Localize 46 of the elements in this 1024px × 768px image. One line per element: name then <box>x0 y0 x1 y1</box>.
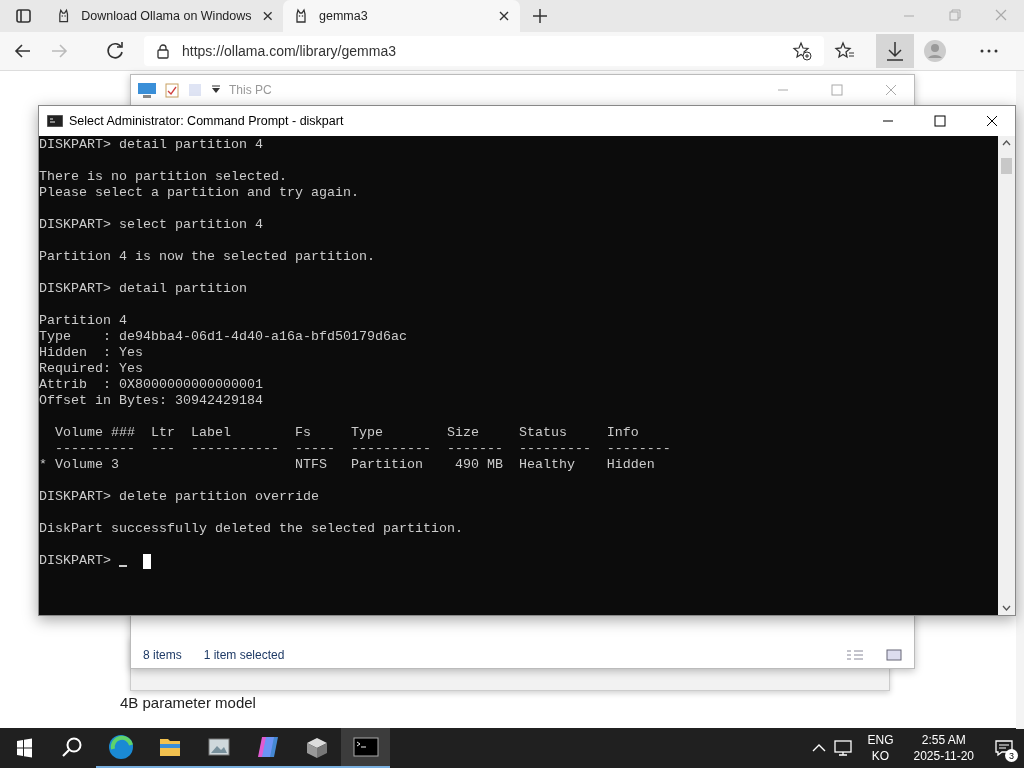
console-line: Attrib : 0X8000000000000001 <box>39 377 264 393</box>
scrollbar-thumb[interactable] <box>1001 158 1012 174</box>
scrollbar[interactable] <box>998 136 1015 615</box>
console-line: * Volume 3 NTFS Partition 490 MB Healthy Hidden <box>39 457 656 473</box>
console-prompt: DISKPART> <box>39 553 111 569</box>
text-cursor <box>119 565 127 567</box>
clock[interactable]: 2:55 AM 2025-11-20 <box>913 732 974 764</box>
console-line: DISKPART> select partition 4 <box>39 217 264 233</box>
page-text: 4B parameter model <box>120 694 256 711</box>
message-icon <box>994 738 1014 758</box>
console-line: ---------- --- ----------- ----- ---------- ------- --------- -------- <box>54 441 672 457</box>
console-line: Hidden : Yes <box>39 345 144 361</box>
console-line: DISKPART> detail partition <box>39 281 248 297</box>
notification-count: 3 <box>1005 749 1018 762</box>
console-line: Please select a partition and try again. <box>39 185 360 201</box>
computer-icon <box>137 81 157 99</box>
console-line: Offset in Bytes: 30942429184 <box>39 393 264 409</box>
console-line: Type : de94bba4-06d1-4d40-a16a-bfd50179d6ac <box>39 329 408 345</box>
console-icon <box>47 115 63 127</box>
browser-tab[interactable]: Download Ollama on Windows <box>46 0 283 32</box>
scrollbar[interactable] <box>1016 71 1024 729</box>
close-icon[interactable] <box>498 10 510 22</box>
close-icon[interactable] <box>261 10 273 22</box>
text-cursor <box>143 553 151 569</box>
taskbar-app[interactable] <box>341 728 390 768</box>
address-bar[interactable]: https://ollama.com/library/gemma3 <box>144 36 824 66</box>
properties-icon[interactable] <box>165 82 179 98</box>
add-favorite-icon[interactable] <box>792 41 812 61</box>
item-count: 8 items <box>143 648 182 662</box>
console-line: DISKPART> detail partition 4 <box>39 137 264 153</box>
console-line: DISKPART> delete partition override <box>39 489 320 505</box>
console-line: Volume ### Ltr Label Fs Type Size Status Info <box>54 425 640 441</box>
console-line: Partition 4 is now the selected partition. <box>39 249 376 265</box>
selection-count: 1 item selected <box>203 648 285 662</box>
dropdown-icon[interactable] <box>211 85 221 95</box>
browser-tab[interactable]: gemma3 <box>283 0 520 32</box>
lock-icon <box>156 43 170 59</box>
download-icon[interactable] <box>876 34 914 68</box>
window-title: This PC <box>229 83 272 97</box>
notifications-button[interactable]: 3 <box>984 728 1024 768</box>
console-line: There is no partition selected. <box>39 169 288 185</box>
window-title: Select Administrator: Command Prompt - diskpart <box>69 114 344 128</box>
console-line: Required: Yes <box>39 361 144 377</box>
console-line: Partition 4 <box>39 313 128 329</box>
console-line: DiskPart successfully deleted the selected partition. <box>39 521 464 537</box>
input-language[interactable]: ENG KO <box>867 732 894 764</box>
